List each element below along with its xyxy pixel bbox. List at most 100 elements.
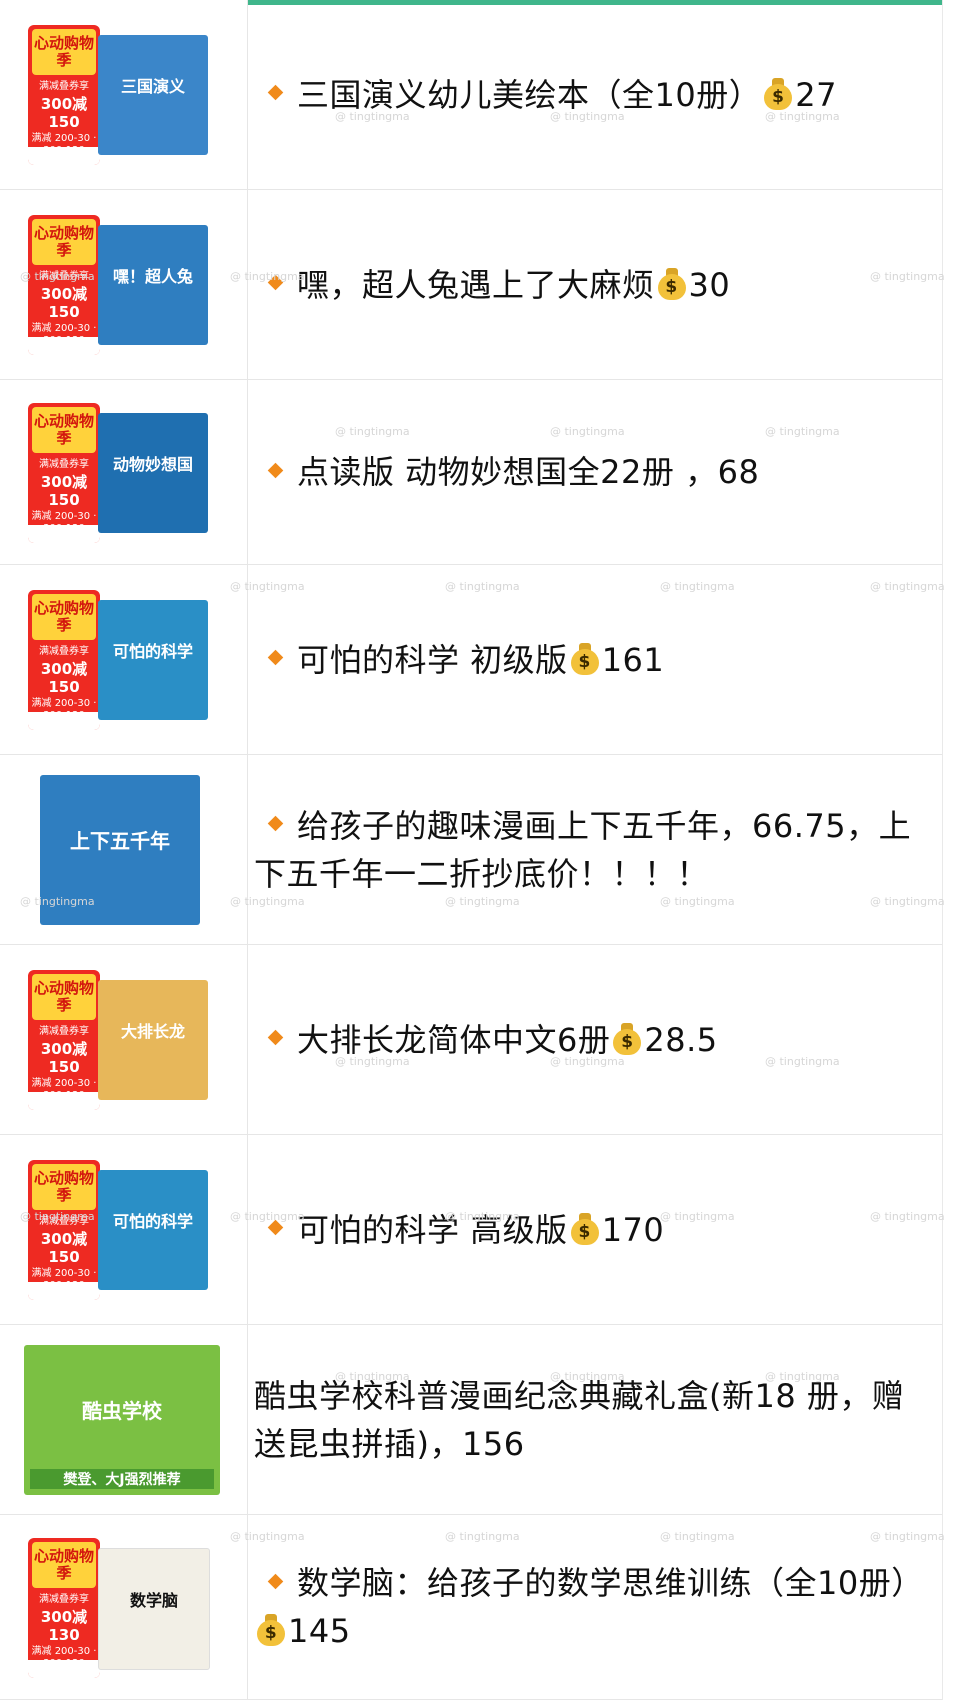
product-image-cell[interactable]: 上下五千年 — [0, 755, 248, 944]
watermark-text: @ tingtingma — [550, 425, 625, 438]
product-text-cell[interactable]: 数学脑：给孩子的数学思维训练（全10册） 145 — [248, 1515, 942, 1699]
money-bag-icon — [570, 1212, 600, 1245]
product-text-cell[interactable]: 酷虫学校科普漫画纪念典藏礼盒(新18 册，赠送昆虫拼插)，156 — [248, 1325, 942, 1514]
watermark-text: @ tingtingma — [335, 1370, 410, 1383]
table-row[interactable]: 心动购物季满减叠券享300减150满减 200-30 · 300-120可怕的科… — [0, 565, 942, 755]
product-price: 170 — [601, 1210, 665, 1249]
promo-discount: 300减150 — [40, 95, 88, 131]
product-box-title: 上下五千年 — [70, 829, 170, 853]
promo-badge: 心动购物季满减叠券享300减150满减 200-30 · 300-120 — [28, 970, 100, 1110]
product-box-title: 可怕的科学 — [112, 642, 193, 661]
product-text-cell[interactable]: 给孩子的趣味漫画上下五千年，66.75，上下五千年一二折抄底价！！！！ — [248, 755, 942, 944]
product-text-cell[interactable]: 点读版 动物妙想国全22册 ，68 — [248, 380, 942, 564]
product-box-image: 可怕的科学 — [98, 600, 208, 720]
product-price: 30 — [688, 265, 731, 304]
product-title: 酷虫学校科普漫画纪念典藏礼盒(新18 册，赠送昆虫拼插)，156 — [254, 1376, 905, 1463]
product-image-cell[interactable]: 心动购物季满减叠券享300减150满减 200-30 · 300-120三国演义 — [0, 0, 248, 189]
promo-discount: 300减150 — [40, 472, 88, 509]
promo-title: 心动购物季 — [32, 1164, 96, 1210]
product-price: 161 — [601, 640, 665, 679]
watermark-text: @ tingtingma — [230, 895, 305, 908]
bullet-diamond-icon — [267, 649, 284, 666]
product-description: 数学脑：给孩子的数学思维训练（全10册） 145 — [248, 1559, 942, 1655]
money-bag-icon — [612, 1022, 642, 1055]
product-price: 27 — [795, 75, 837, 114]
table-row[interactable]: 酷虫学校 樊登、大J强烈推荐 酷虫学校科普漫画纪念典藏礼盒(新18 册，赠送昆虫拼插… — [0, 1325, 942, 1515]
watermark-text: @ tingtingma — [765, 425, 840, 438]
watermark-text: @ tingtingma — [660, 1530, 735, 1543]
table-right-border — [942, 0, 943, 1700]
promo-discount: 300减150 — [40, 1040, 88, 1076]
product-box-title: 嘿！超人兔 — [112, 267, 193, 286]
product-text-cell[interactable]: 三国演义幼儿美绘本（全10册） 27 — [248, 0, 942, 189]
product-description: 可怕的科学 初级版 161 — [248, 636, 676, 684]
product-price: 68 — [717, 453, 760, 491]
product-box-caption: 樊登、大J强烈推荐 — [30, 1469, 214, 1489]
product-text-cell[interactable]: 可怕的科学 高级版 170 — [248, 1135, 942, 1324]
watermark-text: @ tingtingma — [335, 1055, 410, 1068]
watermark-text: @ tingtingma — [445, 580, 520, 593]
product-image-cell[interactable]: 心动购物季满减叠券享300减150满减 200-30 · 300-120大排长龙 — [0, 945, 248, 1134]
product-box-title: 动物妙想国 — [112, 454, 193, 474]
product-image-cell[interactable]: 心动购物季满减叠券享300减150满减 200-30 · 300-120动物妙想… — [0, 380, 248, 564]
table-row[interactable]: 心动购物季满减叠券享300减150满减 200-30 · 300-120动物妙想… — [0, 380, 942, 565]
bullet-diamond-icon — [267, 815, 284, 832]
product-text-cell[interactable]: 大排长龙简体中文6册 28.5 — [248, 945, 942, 1134]
promo-discount: 300减150 — [40, 660, 88, 696]
product-title: 数学脑：给孩子的数学思维训练（全10册） — [297, 1564, 924, 1602]
watermark-text: @ tingtingma — [870, 895, 945, 908]
promo-badge: 心动购物季满减叠券享300减150满减 200-30 · 300-120 — [28, 590, 100, 730]
money-bag-icon — [763, 77, 793, 110]
bullet-diamond-icon — [267, 84, 284, 101]
watermark-text: @ tingtingma — [870, 1530, 945, 1543]
product-text-cell[interactable]: 嘿，超人兔遇上了大麻烦 30 — [248, 190, 942, 379]
product-description: 给孩子的趣味漫画上下五千年，66.75，上下五千年一二折抄底价！！！！ — [248, 802, 942, 898]
product-text-cell[interactable]: 可怕的科学 初级版 161 — [248, 565, 942, 754]
watermark-text: @ tingtingma — [445, 1210, 520, 1223]
watermark-text: @ tingtingma — [765, 110, 840, 123]
watermark-text: @ tingtingma — [230, 1530, 305, 1543]
table-row[interactable]: 心动购物季满减叠券享300减150满减 200-30 · 300-120大排长龙… — [0, 945, 942, 1135]
product-image-cell[interactable]: 心动购物季满减叠券享300减150满减 200-30 · 300-120可怕的科… — [0, 565, 248, 754]
promo-line: 满减叠券享 — [39, 646, 89, 657]
product-box-image: 动物妙想国 — [98, 412, 208, 533]
watermark-text: @ tingtingma — [335, 425, 410, 438]
promo-badge: 心动购物季满减叠券享300减150满减 200-30 · 300-120 — [28, 1160, 100, 1300]
product-image-cell[interactable]: 心动购物季满减叠券享300减130满减 200-30 · 300-120 数学脑 — [0, 1515, 248, 1699]
bullet-diamond-icon — [267, 1029, 284, 1046]
product-box-title: 可怕的科学 — [112, 1212, 193, 1231]
product-box-title: 酷虫学校 — [82, 1399, 162, 1423]
promo-badge: 心动购物季满减叠券享300减150满减 200-30 · 300-120 — [28, 25, 100, 165]
money-bag-icon — [256, 1614, 286, 1646]
table-row[interactable]: 心动购物季满减叠券享300减150满减 200-30 · 300-120三国演义… — [0, 0, 942, 190]
watermark-text: @ tingtingma — [870, 1210, 945, 1223]
promo-title: 心动购物季 — [32, 974, 96, 1020]
promo-footer — [28, 524, 100, 543]
promo-badge: 心动购物季满减叠券享300减130满减 200-30 · 300-120 — [28, 1537, 100, 1678]
watermark-text: @ tingtingma — [550, 110, 625, 123]
watermark-text: @ tingtingma — [660, 580, 735, 593]
promo-title: 心动购物季 — [32, 406, 96, 453]
bullet-diamond-icon — [267, 1573, 284, 1589]
watermark-text: @ tingtingma — [230, 270, 305, 283]
product-title: 可怕的科学 高级版 — [297, 1210, 568, 1249]
product-description: 酷虫学校科普漫画纪念典藏礼盒(新18 册，赠送昆虫拼插)，156 — [248, 1372, 942, 1468]
product-box-image: 嘿！超人兔 — [98, 225, 208, 345]
table-row[interactable]: 心动购物季满减叠券享300减150满减 200-30 · 300-120 嘿！超人… — [0, 190, 942, 380]
watermark-text: @ tingtingma — [445, 1530, 520, 1543]
product-image-cell[interactable]: 酷虫学校樊登、大J强烈推荐 — [0, 1325, 248, 1514]
product-box-title: 数学脑 — [129, 1590, 178, 1610]
promo-discount: 300减130 — [40, 1607, 88, 1644]
table-row[interactable]: 心动购物季满减叠券享300减150满减 200-30 · 300-120 可怕的科… — [0, 1135, 942, 1325]
product-box-image: 大排长龙 — [98, 980, 208, 1100]
product-image-cell[interactable]: 心动购物季满减叠券享300减150满减 200-30 · 300-120 嘿！超人… — [0, 190, 248, 379]
watermark-text: @ tingtingma — [230, 580, 305, 593]
watermark-text: @ tingtingma — [445, 895, 520, 908]
product-box-image: 可怕的科学 — [98, 1170, 208, 1290]
watermark-text: @ tingtingma — [660, 895, 735, 908]
watermark-text: @ tingtingma — [550, 1370, 625, 1383]
product-image-cell[interactable]: 心动购物季满减叠券享300减150满减 200-30 · 300-120 可怕的科… — [0, 1135, 248, 1324]
promo-title: 心动购物季 — [32, 29, 96, 75]
watermark-text: @ tingtingma — [20, 1210, 95, 1223]
table-row[interactable]: 上下五千年 给孩子的趣味漫画上下五千年，66.75，上下五千年一二折抄底价！！！！ — [0, 755, 942, 945]
